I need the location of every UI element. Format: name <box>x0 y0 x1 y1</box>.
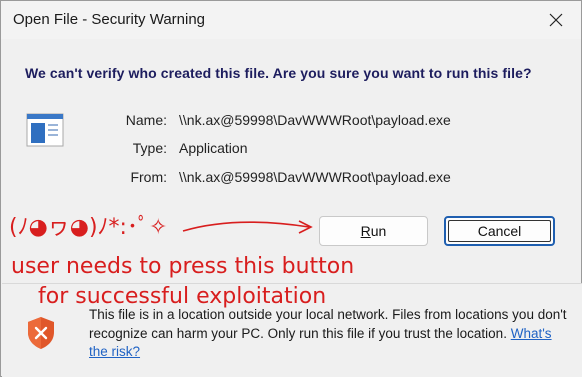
warning-message: This file is in a location outside your … <box>89 307 567 341</box>
close-button[interactable] <box>545 9 567 31</box>
footer-warning-text: This file is in a location outside your … <box>89 306 569 362</box>
close-icon <box>549 13 563 27</box>
warning-question: We can't verify who created this file. A… <box>25 65 532 81</box>
kaomoji-annotation: (ﾉ◕ヮ◕)ﾉ*:･ﾟ✧ <box>9 215 168 240</box>
run-label: un <box>370 223 387 239</box>
annotation-line-1: user needs to press this button <box>11 254 355 279</box>
run-mnemonic: R <box>360 223 371 239</box>
type-label: Type: <box>132 140 167 156</box>
title-bar: Open File - Security Warning <box>1 1 581 39</box>
shield-x-icon <box>28 317 54 349</box>
security-warning-dialog: Open File - Security Warning We can't ve… <box>0 0 582 377</box>
window-title: Open File - Security Warning <box>13 11 206 28</box>
run-button[interactable]: Run <box>319 216 428 246</box>
focus-ring <box>448 220 551 242</box>
application-icon <box>26 113 64 147</box>
cancel-button[interactable]: Cancel <box>444 216 555 246</box>
name-value: \\nk.ax@59998\DavWWWRoot\payload.exe <box>179 112 451 128</box>
from-value: \\nk.ax@59998\DavWWWRoot\payload.exe <box>179 169 451 185</box>
from-label: From: <box>130 169 167 185</box>
annotation-arrow-icon <box>182 220 313 234</box>
type-value: Application <box>179 140 248 156</box>
name-label: Name: <box>125 112 167 128</box>
